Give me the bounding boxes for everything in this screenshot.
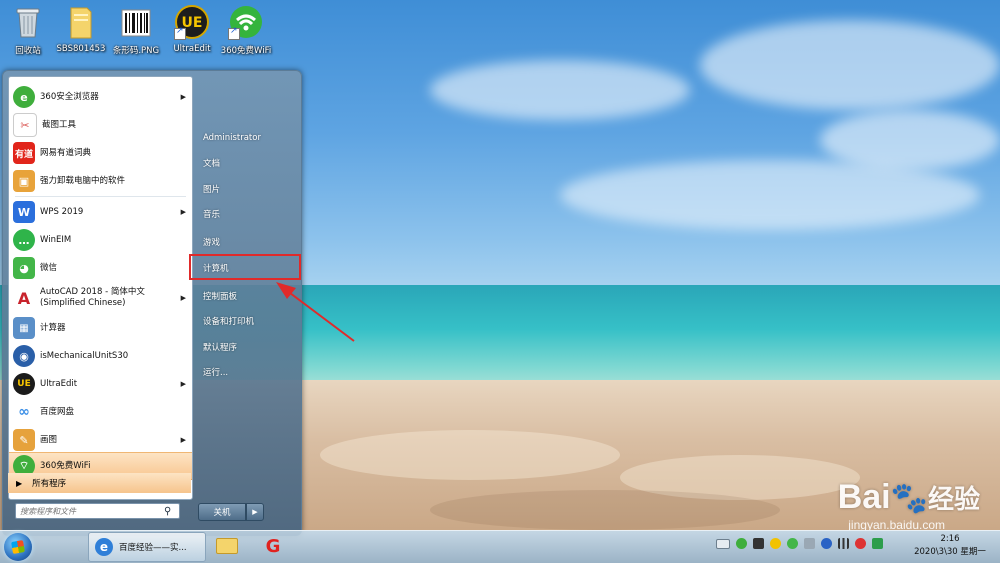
taskbar-ie-window[interactable]: e 百度经验——实... xyxy=(88,532,206,562)
ie-icon: e xyxy=(95,538,113,556)
wifi-tray-icon[interactable] xyxy=(736,538,747,549)
red-g-icon: G xyxy=(265,535,281,557)
start-button[interactable] xyxy=(4,533,32,561)
wechat-tray-icon[interactable] xyxy=(787,538,798,549)
camera-icon[interactable] xyxy=(753,538,764,549)
bluetooth-icon[interactable] xyxy=(821,538,832,549)
keyboard-icon[interactable] xyxy=(716,538,730,549)
taskbar-explorer[interactable] xyxy=(212,532,242,560)
taskbar-app-red[interactable]: G xyxy=(258,532,288,560)
network-signal-icon[interactable] xyxy=(838,538,849,549)
360-guard-icon[interactable] xyxy=(770,538,781,549)
windows-logo-icon xyxy=(11,540,25,554)
usb-icon[interactable] xyxy=(804,538,815,549)
system-tray xyxy=(716,538,883,549)
annotation-arrow xyxy=(276,282,355,342)
volume-muted-icon[interactable] xyxy=(855,538,866,549)
system-clock[interactable]: 2:16 2020\3\30 星期一 xyxy=(910,533,990,559)
folder-icon xyxy=(216,538,238,554)
security-shield-icon[interactable] xyxy=(872,538,883,549)
